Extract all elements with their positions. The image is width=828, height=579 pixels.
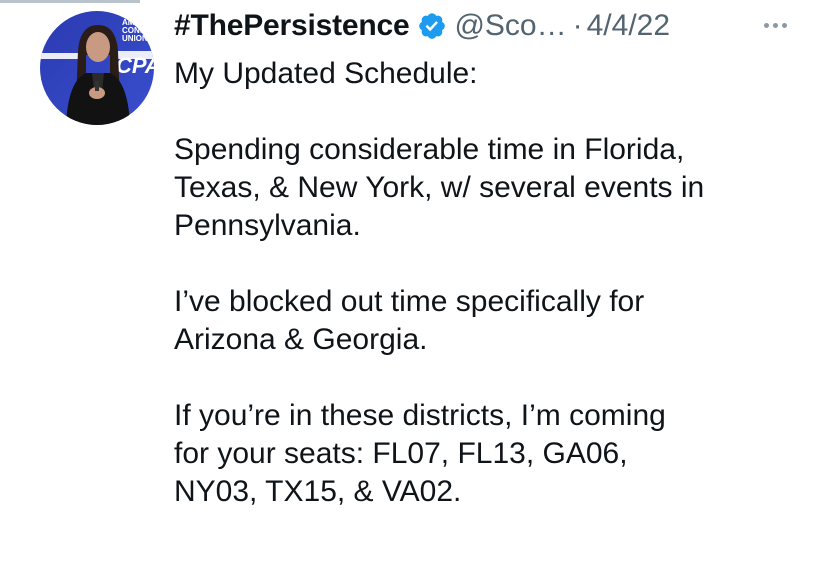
handle[interactable]: @Sco… <box>454 9 566 43</box>
svg-text:UNION: UNION <box>122 34 148 43</box>
tweet-date[interactable]: 4/4/22 <box>587 9 670 43</box>
tweet-line: NY03, TX15, & VA02. <box>174 475 462 508</box>
avatar[interactable]: AMER CONSE UNION CPA <box>40 11 154 125</box>
tweet-line: Arizona & Georgia. <box>174 323 428 356</box>
tweet-line: Texas, & New York, w/ several events in <box>174 171 705 204</box>
more-dot <box>772 22 778 28</box>
tweet-header: #ThePersistence @Sco… · 4/4/22 <box>174 6 670 46</box>
more-dot <box>781 22 787 28</box>
separator-dot: · <box>572 9 583 42</box>
tweet[interactable]: AMER CONSE UNION CPA #ThePersistence @Sc… <box>0 0 828 579</box>
more-dot <box>763 22 769 28</box>
tweet-line: I’ve blocked out time specifically for <box>174 285 645 318</box>
display-name[interactable]: #ThePersistence <box>174 9 410 43</box>
verified-badge-icon <box>417 11 447 41</box>
tweet-line: for your seats: FL07, FL13, GA06, <box>174 437 628 470</box>
tweet-line: Spending considerable time in Florida, <box>174 133 685 166</box>
tweet-line: If you’re in these districts, I’m coming <box>174 399 666 432</box>
svg-text:CPA: CPA <box>116 53 154 78</box>
tweet-text: My Updated Schedule: Spending considerab… <box>174 55 814 511</box>
more-icon[interactable] <box>755 10 795 40</box>
avatar-image: AMER CONSE UNION CPA <box>40 11 154 125</box>
tweet-line: Pennsylvania. <box>174 209 361 242</box>
tweet-line: My Updated Schedule: <box>174 57 478 90</box>
